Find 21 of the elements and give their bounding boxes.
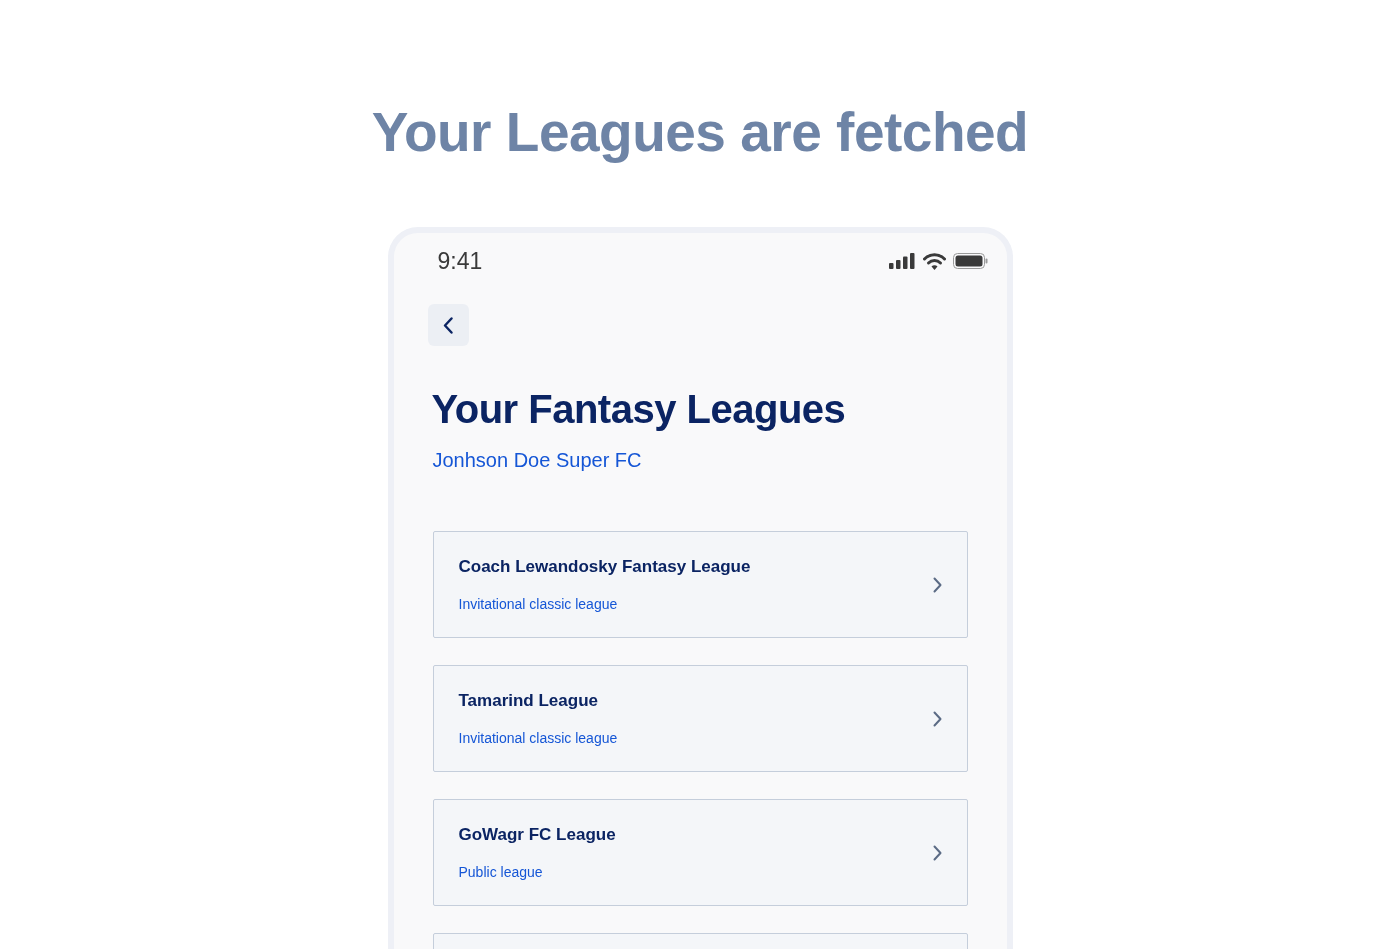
league-name: GoWagr FC League <box>458 823 616 846</box>
league-name: Coach Lewandosky Fantasy League <box>458 555 751 578</box>
league-type: Public league <box>458 862 544 882</box>
league-card[interactable]: Coach Lewandosky Fantasy League Invitational classic league <box>432 531 968 638</box>
page-heading: Your Leagues are fetched <box>371 100 1029 165</box>
signal-icon <box>888 253 916 269</box>
chevron-left-icon <box>443 316 453 334</box>
battery-icon <box>952 253 988 269</box>
wifi-icon <box>922 252 946 270</box>
chevron-right-icon <box>932 576 942 593</box>
chevron-right-icon <box>932 844 942 861</box>
league-card[interactable]: GoWagr FC League Public league <box>432 799 968 906</box>
status-time: 9:41 <box>437 247 483 275</box>
league-card[interactable]: Tamarind League Invitational classic league <box>432 665 968 772</box>
league-name: Tamarind League <box>458 689 599 712</box>
league-type: Invitational classic league <box>458 594 619 614</box>
screen-title: Your Fantasy Leagues <box>431 386 846 433</box>
team-name: Jonhson Doe Super FC <box>432 448 642 473</box>
back-button[interactable] <box>427 304 469 346</box>
league-type: Invitational classic league <box>458 728 618 748</box>
chevron-right-icon <box>932 710 942 727</box>
